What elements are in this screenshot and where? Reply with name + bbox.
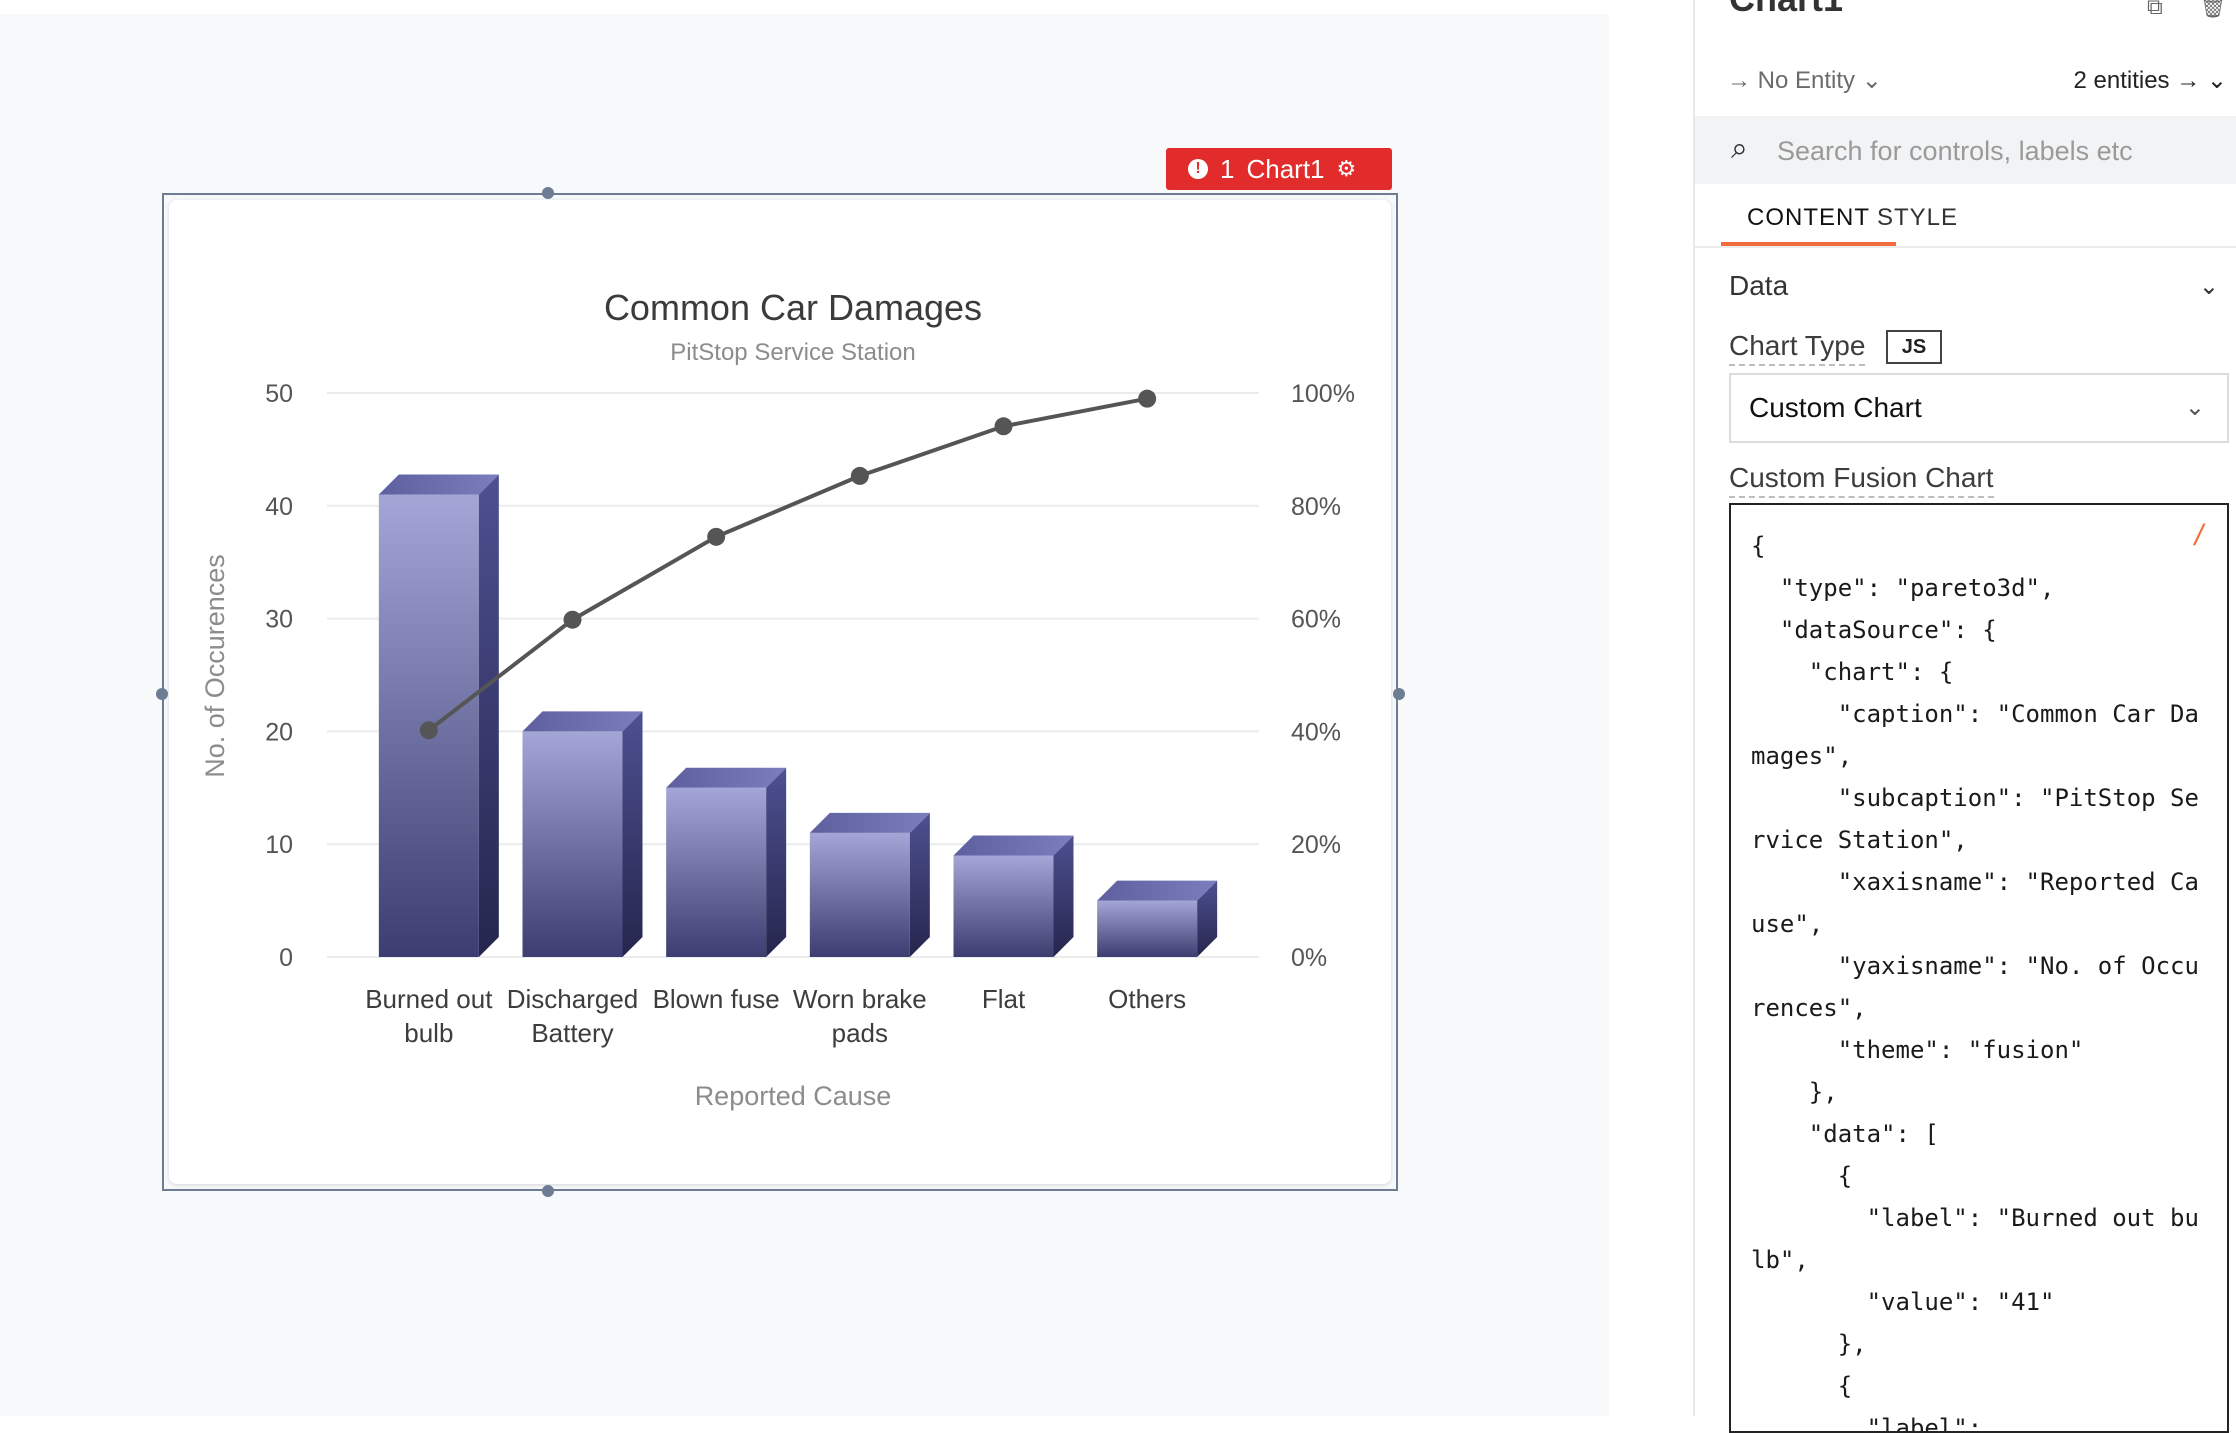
- error-icon: !: [1188, 159, 1208, 179]
- widget-name: Chart1: [1246, 153, 1325, 184]
- cumulative-point: [1138, 389, 1157, 408]
- gear-icon[interactable]: ⚙: [1337, 156, 1357, 182]
- pareto-chart: Common Car Damages PitStop Service Stati…: [200, 287, 1355, 1111]
- bar-side: [909, 812, 930, 957]
- property-pane: Chart1 ⧉ 🗑 → No Entity ⌄ 2 entities → ⌄ …: [1693, 0, 2236, 1433]
- chevron-down-icon: ⌄: [2198, 273, 2219, 300]
- x-tick-label: Others: [1108, 984, 1186, 1014]
- chart-type-select[interactable]: Custom Chart ⌄: [1729, 373, 2229, 443]
- search-input[interactable]: [1775, 130, 2219, 172]
- delete-icon[interactable]: 🗑: [2199, 0, 2227, 19]
- cumulative-point: [994, 417, 1013, 436]
- pane-title: Chart1: [1729, 0, 1843, 20]
- bar-top: [953, 835, 1074, 856]
- bar-top: [1097, 880, 1218, 901]
- y-tick-label: 30: [265, 606, 293, 634]
- bar: [522, 711, 643, 957]
- pane-tabs: CONTENT STYLE: [1695, 190, 2236, 248]
- x-tick-label: Flat: [982, 984, 1026, 1014]
- no-entity-dropdown[interactable]: → No Entity ⌄: [1727, 66, 1882, 95]
- chart-subtitle: PitStop Service Station: [670, 339, 915, 366]
- bar: [378, 474, 499, 957]
- editor-canvas[interactable]: ! 1 Chart1 ⚙ Common Car Damages PitStop …: [0, 0, 1609, 1416]
- bar-front: [809, 832, 910, 957]
- chart-type-value: Custom Chart: [1749, 392, 1922, 423]
- y-tick-label: 40: [265, 493, 293, 521]
- bar: [953, 835, 1074, 957]
- y2-tick-label: 0%: [1291, 944, 1327, 972]
- bar-top: [522, 711, 643, 732]
- bar-front: [1097, 900, 1198, 957]
- copy-icon[interactable]: ⧉: [2147, 0, 2171, 19]
- y2-tick-label: 100%: [1291, 380, 1355, 408]
- resize-handle-right[interactable]: [1393, 688, 1405, 700]
- section-title: Data: [1729, 270, 1789, 301]
- cumulative-point: [850, 466, 869, 485]
- cumulative-point: [419, 721, 438, 740]
- bar: [666, 767, 787, 957]
- bar-side: [478, 474, 499, 957]
- resize-handle-left[interactable]: [156, 688, 168, 700]
- y-tick-label: 10: [265, 831, 293, 859]
- x-tick-label: Blown fuse: [653, 984, 780, 1014]
- y-tick-label: 0: [279, 944, 293, 972]
- y2-tick-label: 20%: [1291, 831, 1341, 859]
- y-tick-label: 20: [265, 718, 293, 746]
- bar-front: [522, 731, 623, 957]
- y2-tick-label: 40%: [1291, 718, 1341, 746]
- bar-top: [666, 767, 787, 788]
- chart-bars: [378, 474, 1218, 957]
- cumulative-point: [563, 610, 582, 629]
- custom-chart-code-editor[interactable]: { "type": "pareto3d", "dataSource": { "c…: [1729, 503, 2229, 1433]
- y2-tick-label: 80%: [1291, 493, 1341, 521]
- chart-x-axis-label: Reported Cause: [695, 1081, 892, 1111]
- tab-style[interactable]: STYLE: [1851, 204, 1984, 246]
- js-toggle-button[interactable]: JS: [1886, 330, 1942, 364]
- search-icon: ⌕: [1731, 132, 1748, 165]
- x-tick-label: Burned out bulb: [365, 984, 493, 1048]
- bar-front: [953, 855, 1054, 957]
- slash-command-icon[interactable]: /: [2195, 519, 2203, 553]
- custom-chart-label: Custom Fusion Chart: [1729, 462, 1994, 498]
- bar-side: [1053, 835, 1074, 957]
- entities-dropdown[interactable]: 2 entities → ⌄: [2073, 66, 2227, 95]
- widget-name-tag[interactable]: ! 1 Chart1 ⚙: [1166, 148, 1392, 190]
- bar-top: [378, 474, 499, 495]
- canvas-top-strip: [0, 0, 1609, 14]
- x-tick-label: Discharged Battery: [507, 984, 639, 1048]
- entity-row: → No Entity ⌄ 2 entities → ⌄: [1727, 66, 2227, 102]
- cumulative-point: [707, 527, 726, 546]
- cumulative-line: [427, 396, 1148, 732]
- x-tick-label: Worn brake pads: [793, 984, 927, 1048]
- chart-y-axis-label: No. of Occurences: [200, 554, 230, 778]
- bar: [809, 812, 930, 957]
- error-count: 1: [1220, 153, 1235, 184]
- chart-cumulative-line: [419, 389, 1157, 740]
- property-search: ⌕: [1695, 116, 2236, 184]
- chart-title: Common Car Damages: [604, 287, 982, 328]
- bar-side: [622, 711, 643, 957]
- bar-side: [766, 767, 787, 957]
- resize-handle-top[interactable]: [542, 187, 554, 199]
- y-tick-label: 50: [265, 380, 293, 408]
- y2-tick-label: 60%: [1291, 606, 1341, 634]
- resize-handle-bottom[interactable]: [542, 1185, 554, 1197]
- chart-type-label: Chart Type: [1729, 330, 1866, 366]
- chart-category-labels: Burned out bulbDischarged Battery Blown fus…: [365, 984, 1186, 1048]
- data-section-header[interactable]: Data ⌄: [1729, 270, 2219, 310]
- bar-front: [666, 787, 767, 957]
- bar-top: [809, 812, 930, 833]
- bar: [1097, 880, 1218, 957]
- code-text[interactable]: { "type": "pareto3d", "dataSource": { "c…: [1751, 525, 2201, 1431]
- chevron-down-icon: ⌄: [2184, 394, 2205, 421]
